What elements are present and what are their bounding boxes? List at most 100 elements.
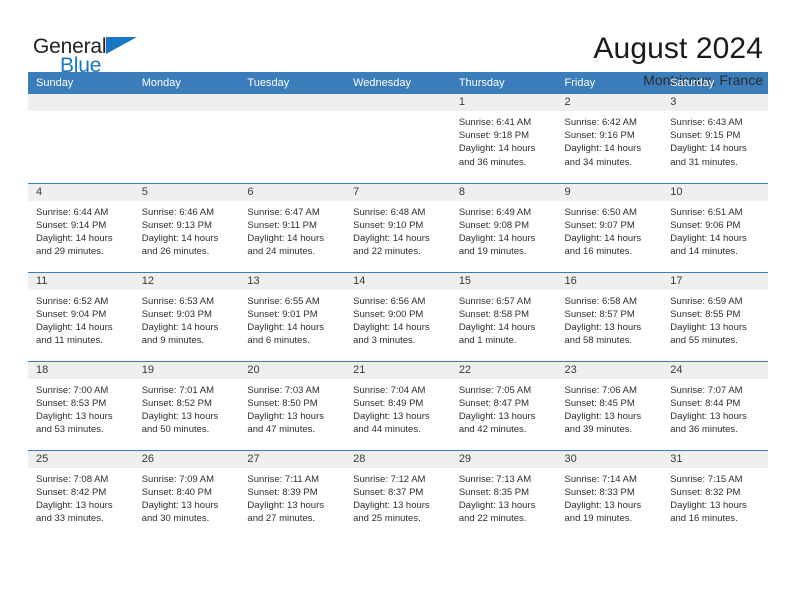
calendar-day-cell[interactable]: 21 Sunrise: 7:04 AM Sunset: 8:49 PM Dayligh… (345, 360, 451, 450)
sunrise-text: Sunrise: 7:03 AM (247, 384, 320, 396)
calendar-week-row: 4 Sunrise: 6:44 AM Sunset: 9:14 PM Daylight… (28, 182, 768, 272)
calendar-day-cell[interactable]: 14 Sunrise: 6:56 AM Sunset: 9:00 PM Dayligh… (345, 271, 451, 361)
calendar-day-cell[interactable]: 31 Sunrise: 7:15 AM Sunset: 8:32 PM Dayligh… (662, 449, 768, 539)
calendar-day-cell[interactable]: 16 Sunrise: 6:58 AM Sunset: 8:57 PM Dayligh… (556, 271, 663, 361)
calendar-day-cell[interactable]: 5 Sunrise: 6:46 AM Sunset: 9:13 PM Daylight… (133, 182, 240, 272)
daylight-text: Daylight: 14 hours and 1 minute. (458, 321, 536, 347)
sunset-text: Sunset: 8:49 PM (353, 397, 424, 409)
daylight-text: Daylight: 13 hours and 25 minutes. (353, 499, 430, 525)
daylight-text: Daylight: 14 hours and 31 minutes. (670, 143, 747, 168)
day-number: 20 (239, 361, 346, 379)
calendar-week-row: 18 Sunrise: 7:00 AM Sunset: 8:53 PM Dayligh… (28, 360, 768, 450)
sunrise-text: Sunrise: 6:49 AM (458, 206, 532, 218)
sunset-text: Sunset: 9:18 PM (458, 130, 530, 142)
calendar-day-cell[interactable]: 9 Sunrise: 6:50 AM Sunset: 9:07 PM Daylight… (556, 182, 663, 272)
calendar-day-cell[interactable]: 24 Sunrise: 7:07 AM Sunset: 8:44 PM Dayligh… (662, 360, 768, 450)
calendar-day-cell[interactable]: 15 Sunrise: 6:57 AM Sunset: 8:58 PM Dayligh… (450, 271, 557, 361)
calendar-day-cell[interactable]: 2 Sunrise: 6:42 AM Sunset: 9:16 PM Daylight… (556, 94, 663, 183)
day-details: Sunrise: 6:46 AM Sunset: 9:13 PM Daylight:… (134, 201, 240, 259)
calendar-day-cell[interactable]: 29 Sunrise: 7:13 AM Sunset: 8:35 PM Dayligh… (450, 449, 557, 539)
calendar-day-cell[interactable]: 28 Sunrise: 7:12 AM Sunset: 8:37 PM Dayligh… (345, 449, 451, 539)
weekday-header-wednesday: Wednesday (345, 72, 451, 94)
calendar-day-cell[interactable]: 19 Sunrise: 7:01 AM Sunset: 8:52 PM Dayligh… (133, 360, 240, 450)
sunset-text: Sunset: 8:47 PM (458, 397, 530, 409)
day-number: 2 (556, 94, 663, 111)
calendar-day-cell[interactable]: 20 Sunrise: 7:03 AM Sunset: 8:50 PM Dayligh… (239, 360, 346, 450)
calendar-day-cell[interactable]: 3 Sunrise: 6:43 AM Sunset: 9:15 PM Daylight… (662, 94, 768, 183)
daylight-text: Daylight: 13 hours and 27 minutes. (247, 499, 324, 525)
calendar-day-cell[interactable]: 7 Sunrise: 6:48 AM Sunset: 9:10 PM Daylight… (345, 182, 451, 272)
calendar-day-cell[interactable]: 27 Sunrise: 7:11 AM Sunset: 8:39 PM Dayligh… (239, 449, 346, 539)
day-details: Sunrise: 7:04 AM Sunset: 8:49 PM Daylight:… (345, 379, 451, 437)
page-title: August 2024 (593, 32, 763, 65)
sunrise-text: Sunrise: 6:58 AM (564, 295, 637, 307)
daylight-text: Daylight: 14 hours and 9 minutes. (141, 321, 219, 347)
day-details: Sunrise: 6:51 AM Sunset: 9:06 PM Daylight:… (662, 201, 768, 259)
calendar-table: Sunday Monday Tuesday Wednesday Thursday Frid… (28, 72, 768, 539)
calendar-day-cell[interactable]: 4 Sunrise: 6:44 AM Sunset: 9:14 PM Daylight… (28, 182, 134, 272)
calendar-day-cell[interactable]: 26 Sunrise: 7:09 AM Sunset: 8:40 PM Dayligh… (133, 449, 240, 539)
daylight-text: Daylight: 13 hours and 22 minutes. (458, 499, 536, 525)
daylight-text: Daylight: 13 hours and 58 minutes. (564, 321, 642, 347)
day-details: Sunrise: 7:11 AM Sunset: 8:39 PM Daylight:… (239, 468, 345, 526)
day-number: 28 (345, 450, 451, 468)
day-number: 18 (28, 361, 134, 379)
sunset-text: Sunset: 8:57 PM (564, 308, 635, 320)
calendar-day-cell[interactable]: 22 Sunrise: 7:05 AM Sunset: 8:47 PM Dayligh… (450, 360, 557, 450)
calendar-day-cell[interactable]: 8 Sunrise: 6:49 AM Sunset: 9:08 PM Daylight… (450, 182, 557, 272)
daylight-text: Daylight: 14 hours and 29 minutes. (36, 232, 113, 258)
day-details: Sunrise: 6:57 AM Sunset: 8:58 PM Daylight:… (451, 290, 557, 348)
sunrise-text: Sunrise: 6:56 AM (353, 295, 426, 307)
sunrise-text: Sunrise: 6:53 AM (141, 295, 215, 307)
day-number: 5 (133, 183, 240, 201)
calendar-day-cell[interactable]: 25 Sunrise: 7:08 AM Sunset: 8:42 PM Dayligh… (28, 449, 134, 539)
calendar-day-cell[interactable]: 17 Sunrise: 6:59 AM Sunset: 8:55 PM Dayligh… (662, 271, 768, 361)
calendar-week-row: 11 Sunrise: 6:52 AM Sunset: 9:04 PM Dayligh… (28, 271, 768, 361)
sunset-text: Sunset: 9:16 PM (564, 130, 635, 142)
calendar-day-cell[interactable]: 10 Sunrise: 6:51 AM Sunset: 9:06 PM Dayligh… (662, 182, 768, 272)
day-number (345, 94, 451, 111)
calendar-week-row: 25 Sunrise: 7:08 AM Sunset: 8:42 PM Dayligh… (28, 449, 768, 539)
sunset-text: Sunset: 8:35 PM (458, 486, 530, 498)
day-details: Sunrise: 7:15 AM Sunset: 8:32 PM Daylight:… (662, 468, 768, 526)
logo-text-blue: Blue (60, 54, 102, 77)
calendar-day-cell[interactable]: 1 Sunrise: 6:41 AM Sunset: 9:18 PM Daylight… (450, 94, 557, 183)
day-number: 7 (345, 183, 451, 201)
day-number: 19 (133, 361, 240, 379)
calendar-day-cell[interactable]: 12 Sunrise: 6:53 AM Sunset: 9:03 PM Dayligh… (133, 271, 240, 361)
calendar-day-cell[interactable]: 6 Sunrise: 6:47 AM Sunset: 9:11 PM Daylight… (239, 182, 346, 272)
calendar-day-cell-empty (239, 94, 346, 183)
sunset-text: Sunset: 8:50 PM (247, 397, 318, 409)
sunset-text: Sunset: 8:45 PM (564, 397, 635, 409)
day-number: 13 (239, 272, 346, 290)
sunrise-text: Sunrise: 7:09 AM (141, 473, 215, 485)
calendar-day-cell[interactable]: 11 Sunrise: 6:52 AM Sunset: 9:04 PM Dayligh… (28, 271, 134, 361)
sunset-text: Sunset: 9:06 PM (670, 219, 741, 231)
day-details: Sunrise: 6:41 AM Sunset: 9:18 PM Daylight:… (451, 111, 557, 169)
day-number: 31 (662, 450, 768, 468)
weekday-header-monday: Monday (133, 72, 240, 94)
sunrise-text: Sunrise: 7:05 AM (458, 384, 532, 396)
brand-logo[interactable]: General Blue (33, 32, 138, 77)
calendar-day-cell[interactable]: 30 Sunrise: 7:14 AM Sunset: 8:33 PM Dayligh… (556, 449, 663, 539)
sunrise-text: Sunrise: 6:51 AM (670, 206, 743, 218)
sunrise-text: Sunrise: 7:14 AM (564, 473, 637, 485)
sunset-text: Sunset: 9:03 PM (141, 308, 212, 320)
calendar-day-cell[interactable]: 13 Sunrise: 6:55 AM Sunset: 9:01 PM Dayligh… (239, 271, 346, 361)
calendar-day-cell[interactable]: 23 Sunrise: 7:06 AM Sunset: 8:45 PM Dayligh… (556, 360, 663, 450)
day-details: Sunrise: 7:12 AM Sunset: 8:37 PM Daylight:… (345, 468, 451, 526)
day-number (133, 94, 240, 111)
day-number: 22 (450, 361, 557, 379)
day-details: Sunrise: 6:48 AM Sunset: 9:10 PM Daylight:… (345, 201, 451, 259)
day-number: 27 (239, 450, 346, 468)
daylight-text: Daylight: 14 hours and 36 minutes. (458, 143, 536, 168)
day-number: 16 (556, 272, 663, 290)
day-details: Sunrise: 7:07 AM Sunset: 8:44 PM Daylight:… (662, 379, 768, 437)
sunset-text: Sunset: 9:15 PM (670, 130, 741, 142)
daylight-text: Daylight: 13 hours and 53 minutes. (36, 410, 113, 436)
day-number: 4 (28, 183, 134, 201)
calendar-day-cell[interactable]: 18 Sunrise: 7:00 AM Sunset: 8:53 PM Dayligh… (28, 360, 134, 450)
daylight-text: Daylight: 14 hours and 26 minutes. (141, 232, 219, 258)
sunrise-text: Sunrise: 6:59 AM (670, 295, 743, 307)
weekday-header-thursday: Thursday (450, 72, 557, 94)
